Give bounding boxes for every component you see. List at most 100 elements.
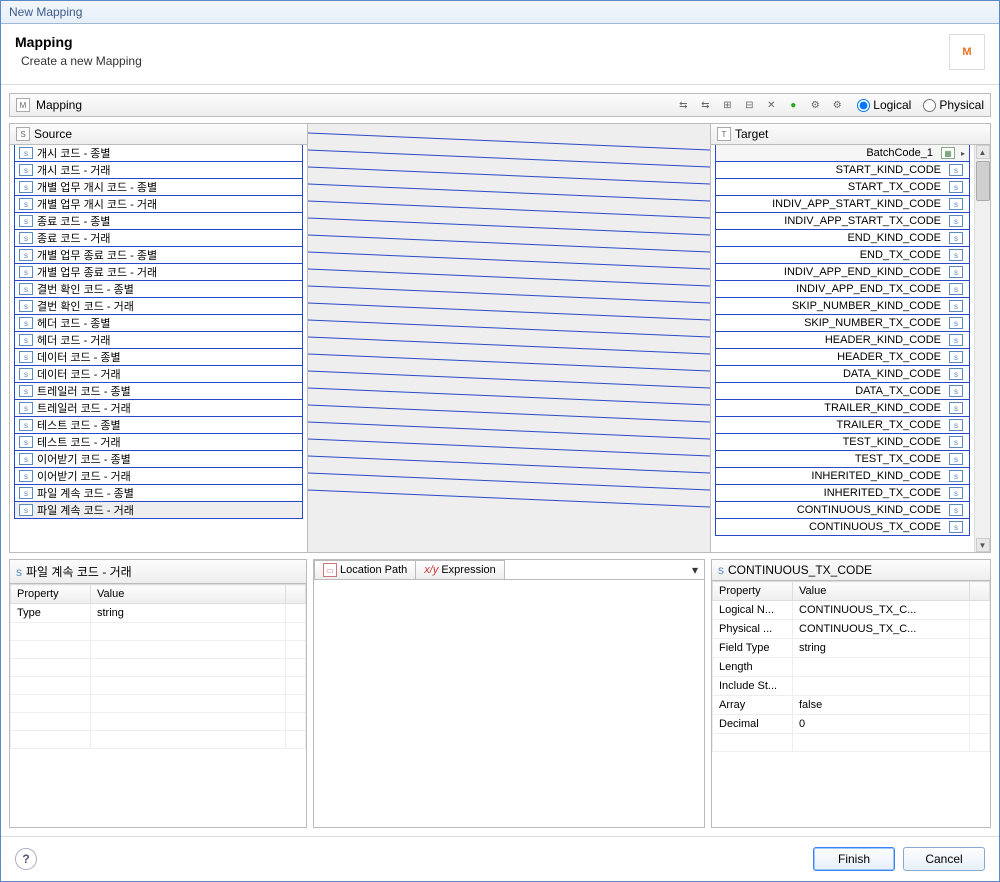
col-value[interactable]: Value bbox=[793, 582, 970, 601]
target-item[interactable]: INDIV_APP_START_KIND_CODEs bbox=[715, 195, 970, 213]
tab-location-path[interactable]: ▭ Location Path bbox=[314, 560, 416, 579]
target-item[interactable]: INDIV_APP_START_TX_CODEs bbox=[715, 212, 970, 230]
string-badge-icon: s bbox=[19, 470, 33, 482]
source-item[interactable]: s헤더 코드 - 거래 bbox=[14, 331, 303, 349]
string-badge-icon: s bbox=[949, 487, 963, 499]
table-row[interactable]: Length bbox=[713, 658, 990, 677]
expression-body[interactable] bbox=[314, 580, 704, 827]
col-property[interactable]: Property bbox=[713, 582, 793, 601]
table-row[interactable]: Arrayfalse bbox=[713, 696, 990, 715]
toolbar-action-8-icon[interactable]: ⚙ bbox=[829, 97, 845, 113]
target-item[interactable]: DATA_KIND_CODEs bbox=[715, 365, 970, 383]
toolbar-action-1-icon[interactable]: ⇆ bbox=[675, 97, 691, 113]
source-item[interactable]: s파일 계속 코드 - 거래 bbox=[14, 501, 303, 519]
target-item[interactable]: SKIP_NUMBER_KIND_CODE s bbox=[715, 297, 970, 315]
target-item[interactable]: DATA_TX_CODEs bbox=[715, 382, 970, 400]
source-item[interactable]: s트레일러 코드 - 종별 bbox=[14, 382, 303, 400]
source-title: Source bbox=[34, 127, 72, 141]
source-item-label: 개시 코드 - 종별 bbox=[37, 145, 111, 161]
target-item[interactable]: INDIV_APP_END_TX_CODEs bbox=[715, 280, 970, 298]
expression-dropdown-icon[interactable]: ▾ bbox=[686, 561, 704, 579]
source-item-label: 이어받기 코드 - 거래 bbox=[37, 468, 131, 484]
source-item[interactable]: s트레일러 코드 - 거래 bbox=[14, 399, 303, 417]
source-detail-title: 파일 계속 코드 - 거래 bbox=[26, 563, 132, 580]
source-item[interactable]: s이어받기 코드 - 종별 bbox=[14, 450, 303, 468]
target-item[interactable]: END_KIND_CODEs bbox=[715, 229, 970, 247]
source-item[interactable]: s헤더 코드 - 종별 bbox=[14, 314, 303, 332]
col-value[interactable]: Value bbox=[91, 585, 286, 604]
string-badge-icon: s bbox=[949, 300, 963, 312]
source-item[interactable]: s테스트 코드 - 거래 bbox=[14, 433, 303, 451]
target-header-item[interactable]: BatchCode_1▦▸ bbox=[715, 145, 970, 162]
target-item[interactable]: INHERITED_KIND_CODEs bbox=[715, 467, 970, 485]
target-item[interactable]: END_TX_CODEs bbox=[715, 246, 970, 264]
target-item[interactable]: TEST_KIND_CODEs bbox=[715, 433, 970, 451]
target-item[interactable]: TRAILER_TX_CODEs bbox=[715, 416, 970, 434]
scroll-thumb[interactable] bbox=[976, 161, 990, 201]
target-item[interactable]: START_KIND_CODEs bbox=[715, 161, 970, 179]
source-item[interactable]: s개별 업무 개시 코드 - 거래 bbox=[14, 195, 303, 213]
target-item-label: TRAILER_TX_CODE bbox=[836, 419, 941, 431]
toolbar-action-2-icon[interactable]: ⇆ bbox=[697, 97, 713, 113]
mapping-toolbar-label: Mapping bbox=[36, 98, 82, 112]
toolbar-action-7-icon[interactable]: ⚙ bbox=[807, 97, 823, 113]
target-item[interactable]: TRAILER_KIND_CODEs bbox=[715, 399, 970, 417]
source-item[interactable]: s파일 계속 코드 - 종별 bbox=[14, 484, 303, 502]
table-row[interactable]: Field Typestring bbox=[713, 639, 990, 658]
mapping-area: S Source s개시 코드 - 종별s개시 코드 - 거래s개별 업무 개시… bbox=[9, 123, 991, 553]
cancel-button[interactable]: Cancel bbox=[903, 847, 985, 871]
target-item[interactable]: INDIV_APP_END_KIND_CODEs bbox=[715, 263, 970, 281]
source-item[interactable]: s개별 업무 종료 코드 - 거래 bbox=[14, 263, 303, 281]
source-item[interactable]: s개시 코드 - 거래 bbox=[14, 161, 303, 179]
string-badge-icon: s bbox=[949, 470, 963, 482]
value-cell: string bbox=[91, 604, 286, 623]
toolbar-action-5-icon[interactable]: ✕ bbox=[763, 97, 779, 113]
target-item[interactable]: CONTINUOUS_KIND_CODEs bbox=[715, 501, 970, 519]
target-item-label: SKIP_NUMBER_KIND_CODE bbox=[792, 300, 941, 312]
string-badge-icon: s bbox=[949, 453, 963, 465]
target-item[interactable]: HEADER_TX_CODEs bbox=[715, 348, 970, 366]
source-list[interactable]: s개시 코드 - 종별s개시 코드 - 거래s개별 업무 개시 코드 - 종별s… bbox=[10, 145, 307, 519]
source-item[interactable]: s결번 확인 코드 - 종별 bbox=[14, 280, 303, 298]
target-item[interactable]: SKIP_NUMBER_TX_CODEs bbox=[715, 314, 970, 332]
source-item[interactable]: s종료 코드 - 거래 bbox=[14, 229, 303, 247]
table-row[interactable]: Physical ...CONTINUOUS_TX_C... bbox=[713, 620, 990, 639]
source-item[interactable]: s데이터 코드 - 거래 bbox=[14, 365, 303, 383]
source-item[interactable]: s개시 코드 - 종별 bbox=[14, 145, 303, 162]
target-item[interactable]: CONTINUOUS_TX_CODEs bbox=[715, 518, 970, 536]
table-row[interactable]: Logical N...CONTINUOUS_TX_C... bbox=[713, 601, 990, 620]
target-item[interactable]: INHERITED_TX_CODEs bbox=[715, 484, 970, 502]
view-physical-radio[interactable]: Physical bbox=[923, 98, 984, 112]
target-item[interactable]: HEADER_KIND_CODEs bbox=[715, 331, 970, 349]
target-item-label: TEST_TX_CODE bbox=[855, 453, 941, 465]
value-cell: CONTINUOUS_TX_C... bbox=[793, 601, 970, 620]
scroll-down-icon[interactable]: ▼ bbox=[976, 538, 990, 552]
scroll-up-icon[interactable]: ▲ bbox=[976, 145, 990, 159]
source-item[interactable]: s개별 업무 종료 코드 - 종별 bbox=[14, 246, 303, 264]
target-item[interactable]: START_TX_CODEs bbox=[715, 178, 970, 196]
source-item-label: 결번 확인 코드 - 거래 bbox=[37, 298, 134, 314]
view-logical-radio[interactable]: Logical bbox=[857, 98, 911, 112]
target-item[interactable]: TEST_TX_CODE s bbox=[715, 450, 970, 468]
source-item[interactable]: s종료 코드 - 종별 bbox=[14, 212, 303, 230]
finish-button[interactable]: Finish bbox=[813, 847, 895, 871]
table-row[interactable]: Include St... bbox=[713, 677, 990, 696]
toolbar-action-3-icon[interactable]: ⊞ bbox=[719, 97, 735, 113]
object-badge-icon: ▦ bbox=[941, 147, 955, 159]
source-item[interactable]: s개별 업무 개시 코드 - 종별 bbox=[14, 178, 303, 196]
table-row[interactable]: Typestring bbox=[11, 604, 306, 623]
toolbar-action-6-icon[interactable]: ● bbox=[785, 97, 801, 113]
source-item[interactable]: s 이어받기 코드 - 거래 bbox=[14, 467, 303, 485]
toolbar-action-4-icon[interactable]: ⊟ bbox=[741, 97, 757, 113]
help-icon[interactable]: ? bbox=[15, 848, 37, 870]
target-list[interactable]: BatchCode_1▦▸START_KIND_CODEsSTART_TX_CO… bbox=[711, 145, 974, 536]
source-item[interactable]: s테스트 코드 - 종별 bbox=[14, 416, 303, 434]
col-property[interactable]: Property bbox=[11, 585, 91, 604]
target-scrollbar[interactable]: ▲ ▼ bbox=[974, 145, 990, 552]
tab-expression[interactable]: x/y Expression bbox=[415, 560, 504, 579]
dialog-window: New Mapping Mapping Create a new Mapping… bbox=[0, 0, 1000, 882]
detail-panels: s 파일 계속 코드 - 거래 Property Value Typestrin… bbox=[9, 559, 991, 828]
source-item[interactable]: s데이터 코드 - 종별 bbox=[14, 348, 303, 366]
table-row[interactable]: Decimal0 bbox=[713, 715, 990, 734]
source-item[interactable]: s결번 확인 코드 - 거래 bbox=[14, 297, 303, 315]
